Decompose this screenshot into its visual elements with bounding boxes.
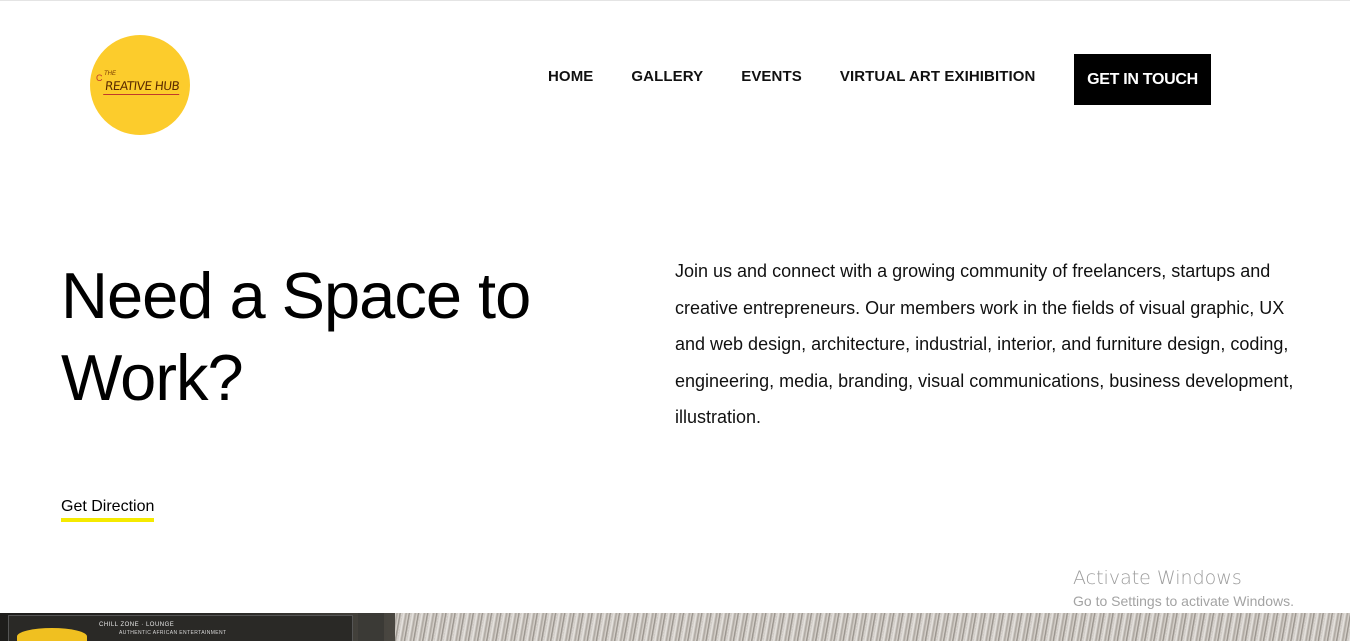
logo-small-text: THE [104,71,116,77]
get-in-touch-button[interactable]: GET IN TOUCH [1074,54,1211,105]
get-direction-link[interactable]: Get Direction [61,498,155,522]
photo-sign-logo [17,628,87,641]
lightbulb-icon: C [96,73,103,83]
logo-text: REATIVE HUB [103,79,181,95]
photo-post [358,613,384,641]
photo-sign-text-2: CHILL ZONE · LOUNGE [99,622,175,628]
hero-headline: Need a Space to Work? [61,255,621,419]
hero-headline-line2: Work? [61,341,244,414]
nav-item-virtual-art-exhibition[interactable]: VIRTUAL ART EXIHIBITION [840,68,1036,85]
watermark-title: Activate Windows [1073,567,1242,589]
page: THE C REATIVE HUB HOME GALLERY EVENTS VI… [0,0,1350,641]
photo-signboard: CHILL ZONE · LOUNGE AUTHENTIC AFRICAN EN… [8,615,353,641]
nav-item-events[interactable]: EVENTS [741,68,802,85]
hero-headline-line1: Need a Space to [61,259,531,332]
main-nav: HOME GALLERY EVENTS VIRTUAL ART EXIHIBIT… [548,68,1035,85]
photo-sign-text: AUTHENTIC AFRICAN ENTERTAINMENT [119,630,227,636]
nav-item-gallery[interactable]: GALLERY [631,68,703,85]
activate-windows-watermark: Activate Windows Go to Settings to activ… [1073,567,1294,611]
watermark-subtitle: Go to Settings to activate Windows. [1073,593,1294,609]
site-logo[interactable]: THE C REATIVE HUB [90,35,190,135]
hero-photo: CHILL ZONE · LOUNGE AUTHENTIC AFRICAN EN… [0,613,1350,641]
nav-item-home[interactable]: HOME [548,68,593,85]
hero-intro-text: Join us and connect with a growing commu… [675,261,1294,427]
